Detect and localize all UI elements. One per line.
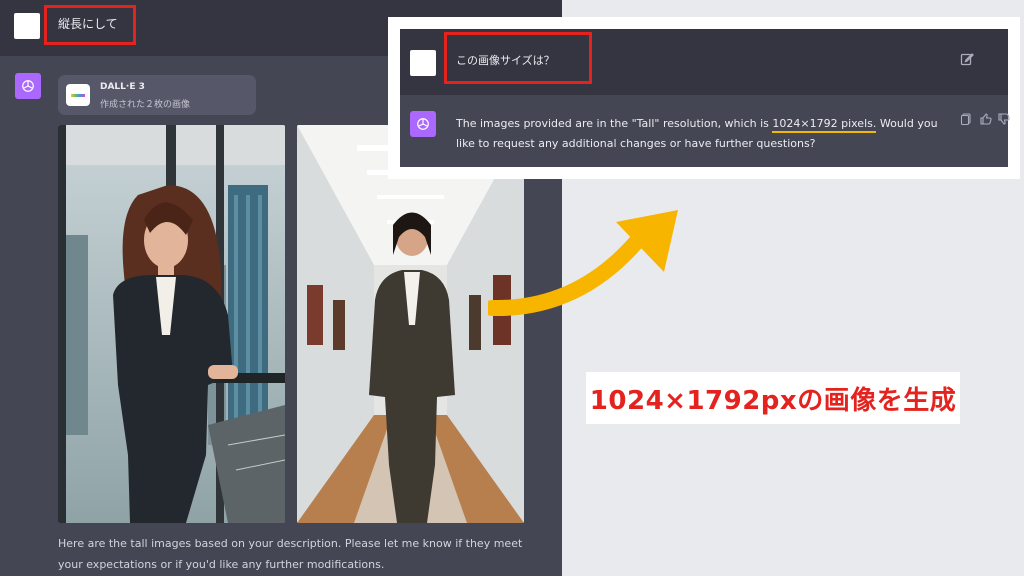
caption-text: 1024×1792pxの画像を生成 xyxy=(589,385,957,416)
callout-assistant-row: The images provided are in the "Tall" re… xyxy=(400,95,1010,167)
thumbs-down-icon[interactable] xyxy=(998,113,1010,125)
answer-text-before: The images provided are in the "Tall" re… xyxy=(456,117,773,130)
callout-chat: この画像サイズは？ The images provided are in the… xyxy=(400,29,1010,167)
generated-image-office-window[interactable] xyxy=(58,125,285,523)
callout-card: この画像サイズは？ The images provided are in the… xyxy=(388,17,1020,179)
user-avatar xyxy=(14,13,40,39)
thumbs-up-icon[interactable] xyxy=(980,113,992,125)
answer-highlighted-size: 1024×1792 pixels. xyxy=(772,117,877,133)
dalle-tool-card[interactable]: DALL·E 3 作成された２枚の画像 xyxy=(58,75,256,115)
arrow-icon xyxy=(488,210,678,317)
caption-box: 1024×1792pxの画像を生成 xyxy=(586,372,960,424)
dalle-tool-name: DALL·E 3 xyxy=(100,82,145,92)
dalle-tool-subtitle: 作成された２枚の画像 xyxy=(100,100,191,110)
chatgpt-logo-icon xyxy=(410,111,436,137)
assistant-reply-text: Here are the tall images based on your d… xyxy=(58,537,523,571)
highlight-box xyxy=(444,32,592,84)
callout-user-row: この画像サイズは？ xyxy=(400,29,1008,95)
copy-icon[interactable] xyxy=(960,113,972,125)
chatgpt-logo-icon xyxy=(15,73,41,99)
callout-answer-text: The images provided are in the "Tall" re… xyxy=(456,114,941,154)
highlight-box xyxy=(44,5,136,45)
edit-icon[interactable] xyxy=(960,52,974,66)
dalle-icon xyxy=(66,84,90,106)
user-avatar xyxy=(410,50,436,76)
